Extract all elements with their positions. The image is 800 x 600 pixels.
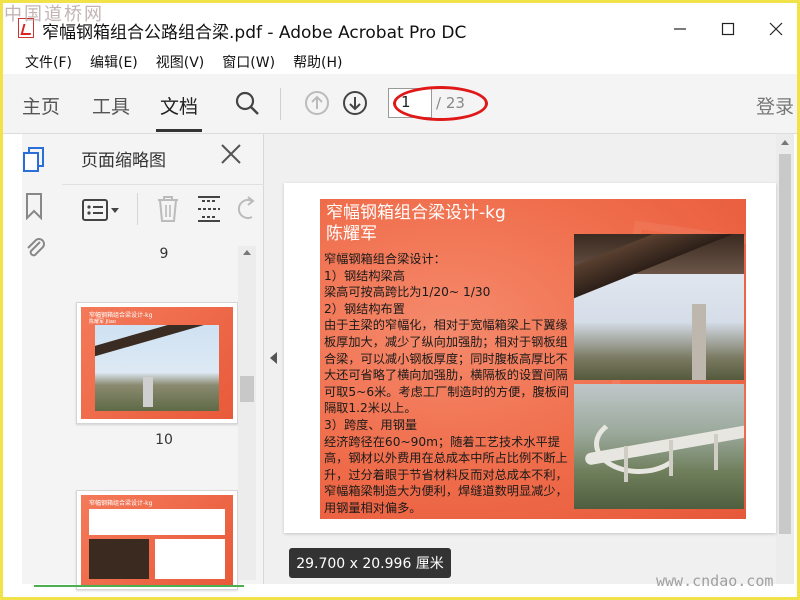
menu-view[interactable]: 视图(V)	[147, 48, 214, 74]
slide-body-paragraph: 由于主梁的窄幅化，相对于宽幅箱梁上下翼缘板厚加大，减少了纵向加强肋；相对于钢板组…	[324, 318, 570, 416]
slide: 窄幅钢箱组合梁设计-kg 陈耀军 窄幅钢箱组合梁设计： 1）钢结构梁高 梁高可按…	[320, 199, 746, 519]
maximize-icon	[721, 22, 735, 36]
thumbnail-slide-title: 窄幅钢箱组合梁设计-kg	[89, 500, 153, 507]
pdf-page: 窄幅钢箱组合梁设计-kg 陈耀军 窄幅钢箱组合梁设计： 1）钢结构梁高 梁高可按…	[284, 183, 776, 533]
menu-edit[interactable]: 编辑(E)	[81, 48, 147, 74]
options-menu-button[interactable]	[82, 199, 120, 225]
slide-body-line: 3）跨度、用钢量	[324, 417, 418, 432]
insert-pages-button[interactable]	[196, 195, 222, 227]
menu-file[interactable]: 文件(F)	[16, 48, 81, 74]
toolbar-separator	[280, 88, 281, 120]
previous-page-button[interactable]	[302, 88, 332, 118]
tab-document[interactable]: 文档	[160, 92, 198, 119]
rotate-page-button[interactable]	[234, 195, 256, 227]
minimize-button[interactable]	[660, 14, 700, 44]
slide-body-line: 窄幅钢箱组合梁设计：	[324, 252, 446, 266]
bridge-underside-photo	[574, 234, 744, 380]
watermark-top: 中国道桥网	[4, 4, 104, 25]
list-options-icon	[82, 199, 119, 221]
thumbnail-bridge-pier	[143, 377, 153, 407]
tab-home[interactable]: 主页	[22, 92, 60, 119]
page-thumbnails-icon	[23, 147, 44, 172]
document-scrollbar[interactable]	[776, 134, 794, 584]
thumbnail-drawing	[89, 509, 225, 535]
panel-toolbar-separator	[137, 193, 138, 225]
slide-body: 窄幅钢箱组合梁设计： 1）钢结构梁高 梁高可按高跨比为1/20~ 1/30 2）…	[324, 251, 576, 517]
thumbnail-slide: 窄幅钢箱组合梁设计-kg	[81, 495, 233, 585]
slide-title-line2: 陈耀军	[326, 224, 377, 244]
bookmarks-button[interactable]	[22, 192, 50, 222]
thumbnail-label-9: 9	[159, 246, 169, 262]
minimize-icon	[674, 28, 686, 30]
close-icon	[769, 22, 783, 36]
attachments-button[interactable]	[22, 234, 50, 264]
next-page-button[interactable]	[340, 88, 370, 118]
scroll-up-icon	[781, 140, 789, 145]
login-button[interactable]: 登录	[756, 92, 794, 119]
trash-icon	[158, 196, 178, 222]
page-size-tooltip: 29.700 x 20.996 厘米	[289, 548, 451, 578]
panel-toolbar	[62, 184, 264, 238]
window-title: 窄幅钢箱组合公路组合梁.pdf - Adobe Acrobat Pro DC	[42, 23, 467, 43]
photo-pier	[714, 434, 718, 470]
watermark-bottom: www.cndao.com	[656, 572, 774, 590]
thumbnail-slide-subtitle: 陈耀军 Jliao	[89, 319, 116, 325]
slide-body-line: 梁高可按高跨比为1/20~ 1/30	[324, 285, 491, 300]
arrow-down-circle-icon	[343, 91, 367, 115]
thumbnails-scroll-thumb[interactable]	[240, 376, 254, 402]
scroll-up-icon	[243, 250, 251, 255]
maximize-button[interactable]	[708, 14, 748, 44]
tab-tools[interactable]: 工具	[92, 92, 130, 119]
slide-body-line: 1）钢结构梁高	[324, 268, 405, 283]
insert-page-icon	[198, 196, 220, 222]
photo-pier	[669, 440, 673, 476]
annotation-ellipse	[393, 86, 488, 121]
thumbnail-bridge-beam	[95, 325, 219, 357]
search-button[interactable]	[232, 88, 262, 118]
slide-body-line: 2）钢结构布置	[324, 301, 405, 316]
slide-title-line1: 窄幅钢箱组合梁设计-kg	[326, 203, 506, 223]
photo-pier	[692, 304, 706, 380]
document-scroll-thumb[interactable]	[779, 154, 791, 534]
rotate-icon	[237, 196, 255, 219]
active-tab-indicator	[156, 129, 202, 132]
collapse-panel-icon[interactable]	[270, 352, 277, 364]
slide-body-paragraph: 经济跨径在60~90m；随着工艺技术水平提高，钢材以外费用在总成本中所占比例不断…	[324, 434, 568, 515]
close-window-button[interactable]	[756, 14, 796, 44]
paperclip-icon	[27, 238, 45, 257]
highway-interchange-photo	[574, 384, 744, 509]
panel-title: 页面缩略图	[81, 151, 166, 171]
thumbnail-slide: 窄幅钢箱组合梁设计-kg 陈耀军 Jliao	[81, 307, 233, 419]
photo-pier	[624, 446, 628, 482]
page-thumbnails-button[interactable]	[22, 146, 50, 176]
thumbnail-label-10: 10	[155, 432, 173, 448]
slide-title: 窄幅钢箱组合梁设计-kg 陈耀军	[326, 203, 506, 245]
panel-close-button[interactable]	[220, 143, 242, 171]
close-icon	[221, 144, 241, 164]
thumbnail-page-11[interactable]: 窄幅钢箱组合梁设计-kg	[76, 490, 238, 590]
arrow-up-circle-icon	[305, 91, 329, 115]
thumbnail-drawing-2	[155, 539, 225, 579]
navigation-rail	[22, 134, 62, 584]
menu-help[interactable]: 帮助(H)	[284, 48, 351, 74]
search-icon	[235, 91, 259, 115]
thumbnails-panel: 页面缩略图 9 窄幅钢箱组合梁设计-kg 陈耀军 Jliao 10 窄幅钢箱组合…	[62, 134, 264, 590]
status-line	[34, 585, 244, 587]
delete-pages-button[interactable]	[156, 195, 180, 227]
menu-bar: 文件(F) 编辑(E) 视图(V) 窗口(W) 帮助(H)	[0, 48, 800, 74]
thumbnail-bridge-photo	[95, 325, 219, 411]
thumbnails-scrollbar[interactable]	[238, 246, 256, 580]
title-bar: 窄幅钢箱组合公路组合梁.pdf - Adobe Acrobat Pro DC	[0, 0, 800, 46]
menu-window[interactable]: 窗口(W)	[213, 48, 284, 74]
thumbnail-page-10[interactable]: 窄幅钢箱组合梁设计-kg 陈耀军 Jliao	[76, 302, 238, 424]
thumbnail-photo	[89, 539, 149, 579]
bookmark-icon	[26, 193, 42, 221]
